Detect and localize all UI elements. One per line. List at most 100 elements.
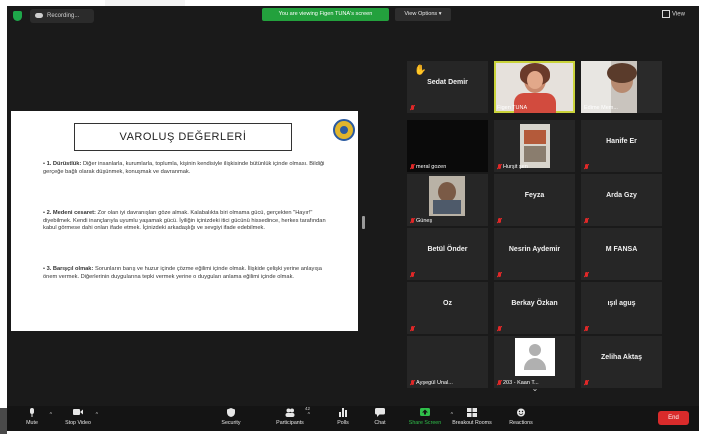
shared-screen: VAROLUŞ DEĞERLERİ • 1. Dürüstlük: Diğer …: [11, 111, 358, 331]
slide-item-2: • 2. Medeni cesaret: Zor olan iyi davran…: [43, 210, 326, 232]
participant-tile[interactable]: Feyza: [494, 174, 575, 226]
participant-tile[interactable]: Ayşegül Ünal...: [407, 336, 488, 388]
view-options-label: View Options: [404, 11, 438, 17]
viewing-screen-banner: You are viewing Figen TUNA's screen: [262, 8, 389, 21]
participant-tile[interactable]: 203 - Kaan T...: [494, 336, 575, 388]
mute-button[interactable]: Mute ^: [10, 408, 54, 426]
grid-view-icon: [662, 10, 670, 18]
participant-name: Zeliha Aktaş: [601, 354, 642, 361]
muted-mic-icon: [410, 380, 415, 386]
microphone-icon: [27, 408, 37, 417]
participant-tile[interactable]: Edime Mem...: [581, 61, 662, 113]
participant-name: Güneş: [416, 218, 433, 224]
meeting-top-bar: Recording... You are viewing Figen TUNA'…: [7, 6, 699, 26]
participant-name: ışıl aguş: [607, 300, 636, 307]
breakout-rooms-grid-icon: [467, 408, 477, 417]
participant-name: Sedat Demir: [427, 79, 468, 86]
muted-mic-icon: [497, 218, 502, 224]
participant-tile[interactable]: M FANSA: [581, 228, 662, 280]
participant-name: Berkay Özkan: [511, 300, 558, 307]
muted-mic-icon: [584, 326, 589, 332]
polls-bar-icon: [338, 408, 348, 417]
video-options-caret-icon[interactable]: ^: [96, 412, 98, 418]
security-button[interactable]: Security: [209, 408, 253, 426]
participants-caret-icon[interactable]: ^: [308, 412, 310, 418]
slide-item-1-number: 1. Dürüstlük:: [46, 161, 82, 167]
participant-tile[interactable]: Hanife Er: [581, 120, 662, 172]
participant-tile[interactable]: ✋ Sedat Demir: [407, 61, 488, 113]
participant-name: Nesrin Aydemir: [508, 246, 561, 253]
participants-icon: 42: [285, 406, 310, 417]
end-meeting-button[interactable]: End: [658, 411, 689, 425]
participant-name: Arda Gzy: [606, 192, 637, 199]
participant-tile-active-speaker[interactable]: Figen TUNA: [494, 61, 575, 113]
muted-mic-icon: [410, 218, 415, 224]
participants-button[interactable]: 42 Participants ^: [268, 406, 312, 426]
recording-label: Recording...: [47, 13, 80, 19]
security-label: Security: [221, 420, 241, 426]
participant-name: meral gozen: [416, 164, 447, 170]
chat-bubble-icon: [375, 408, 385, 417]
stop-video-label: Stop Video: [65, 420, 91, 426]
participant-tile[interactable]: Güneş: [407, 174, 488, 226]
muted-mic-icon: [584, 380, 589, 386]
zoom-screen: Recording... You are viewing Figen TUNA'…: [0, 0, 706, 434]
reactions-label: Reactions: [509, 420, 533, 426]
muted-mic-icon: [584, 218, 589, 224]
security-shield-icon: [226, 408, 236, 417]
stop-video-button[interactable]: Stop Video ^: [56, 408, 100, 426]
split-resize-handle[interactable]: [362, 216, 365, 229]
participant-name: Ayşegül Ünal...: [416, 380, 453, 386]
participants-count: 42: [305, 406, 311, 411]
participant-tile[interactable]: Zeliha Aktaş: [581, 336, 662, 388]
participant-tile[interactable]: Betül Önder: [407, 228, 488, 280]
participant-tile[interactable]: Berkay Özkan: [494, 282, 575, 334]
polls-label: Polls: [337, 420, 349, 426]
view-button[interactable]: View: [662, 10, 685, 18]
participant-name: Hanife Er: [606, 138, 637, 145]
share-screen-button[interactable]: Share Screen ^: [403, 408, 453, 426]
chat-label: Chat: [374, 420, 386, 426]
participant-tile[interactable]: Arda Gzy: [581, 174, 662, 226]
participants-label: Participants: [276, 420, 304, 426]
participant-name: Betül Önder: [427, 246, 468, 253]
school-emblem-icon: [333, 119, 355, 141]
muted-mic-icon: [584, 272, 589, 278]
participant-tile[interactable]: Nesrin Aydemir: [494, 228, 575, 280]
participant-name: M FANSA: [605, 246, 638, 253]
zoom-meeting-window: Recording... You are viewing Figen TUNA'…: [7, 6, 699, 431]
slide-item-1: • 1. Dürüstlük: Diğer insanlarla, kuruml…: [43, 161, 325, 175]
breakout-rooms-label: Breakout Rooms: [452, 420, 492, 426]
reactions-button[interactable]: Reactions: [499, 408, 543, 426]
participant-name: Oz: [443, 300, 452, 307]
participant-tile[interactable]: Oz: [407, 282, 488, 334]
reactions-smiley-icon: [516, 408, 526, 417]
view-options-button[interactable]: View Options ▾: [395, 8, 451, 21]
gallery-next-page-chevron-icon[interactable]: ⌄: [527, 384, 543, 394]
participant-tile[interactable]: ışıl aguş: [581, 282, 662, 334]
breakout-rooms-button[interactable]: Breakout Rooms: [450, 408, 494, 426]
chat-button[interactable]: Chat: [358, 408, 402, 426]
participant-tile[interactable]: meral gozen: [407, 120, 488, 172]
mute-label: Mute: [26, 420, 38, 426]
left-edge-strip: [0, 408, 7, 434]
share-screen-label: Share Screen: [408, 420, 442, 426]
participant-name: Feyza: [524, 192, 545, 199]
participant-name: Hurşit şen: [503, 164, 528, 170]
muted-mic-icon: [497, 326, 502, 332]
participant-tile[interactable]: Hurşit şen: [494, 120, 575, 172]
muted-mic-icon: [410, 105, 415, 111]
recording-indicator[interactable]: Recording...: [30, 9, 94, 23]
slide-item-1-text: Diğer insanlarla, kurumlarla, toplumla, …: [43, 161, 325, 175]
slide-title: VAROLUŞ DEĞERLERİ: [74, 123, 292, 151]
audio-options-caret-icon[interactable]: ^: [50, 412, 52, 418]
participant-name: Edime Mem...: [584, 105, 618, 111]
meeting-toolbar: Mute ^ Stop Video ^ Security 42 Particip…: [7, 406, 699, 431]
muted-mic-icon: [410, 164, 415, 170]
raised-hand-icon: ✋: [414, 65, 427, 76]
video-camera-icon: [73, 408, 83, 417]
muted-mic-icon: [584, 164, 589, 170]
encryption-shield-icon[interactable]: [13, 11, 22, 21]
cloud-recording-icon: [35, 13, 43, 18]
slide-item-2-number: 2. Medeni cesaret:: [46, 210, 96, 216]
